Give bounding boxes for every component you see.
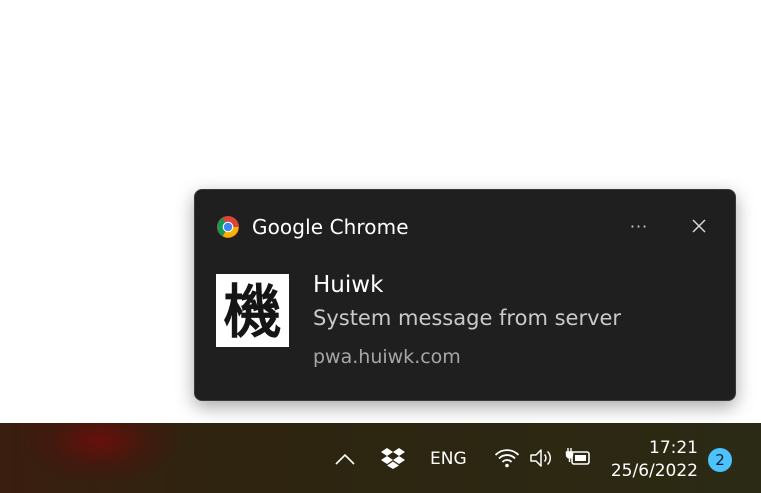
clock-time: 17:21 xyxy=(649,438,698,458)
notification-source: pwa.huiwk.com xyxy=(313,346,461,368)
volume-button[interactable] xyxy=(528,447,556,469)
close-button[interactable] xyxy=(683,210,715,242)
dropbox-icon xyxy=(381,448,405,469)
speaker-icon xyxy=(530,449,552,467)
more-options-icon: ··· xyxy=(629,216,649,236)
dropbox-tray-button[interactable] xyxy=(379,445,407,471)
notification-message: System message from server xyxy=(313,306,622,330)
battery-button[interactable] xyxy=(564,445,592,471)
chrome-icon xyxy=(217,216,239,238)
notification-count-badge[interactable]: 2 xyxy=(708,448,732,472)
show-hidden-icons-button[interactable] xyxy=(332,447,358,471)
close-icon xyxy=(692,219,706,233)
clock[interactable]: 17:21 25/6/2022 xyxy=(606,437,698,483)
more-options-button[interactable]: ··· xyxy=(623,210,655,242)
taskbar: ENG 17:21 25/6/2022 2 xyxy=(0,423,761,493)
wifi-icon xyxy=(494,449,520,468)
chevron-up-icon xyxy=(335,453,355,465)
notification-image: 機 xyxy=(216,274,289,347)
notification-title: Huiwk xyxy=(313,272,384,298)
battery-charging-icon xyxy=(565,448,590,465)
clock-date: 25/6/2022 xyxy=(610,461,698,481)
kanji-image: 機 xyxy=(216,274,289,347)
input-language-indicator[interactable]: ENG xyxy=(430,449,467,469)
taskbar-wallpaper-glow xyxy=(20,423,180,483)
svg-text:機: 機 xyxy=(223,278,281,346)
toast-notification[interactable]: Google Chrome ··· 機 Huiwk System message… xyxy=(194,189,736,401)
toast-header: Google Chrome xyxy=(216,214,409,240)
network-button[interactable] xyxy=(493,447,521,469)
app-name: Google Chrome xyxy=(252,215,409,239)
